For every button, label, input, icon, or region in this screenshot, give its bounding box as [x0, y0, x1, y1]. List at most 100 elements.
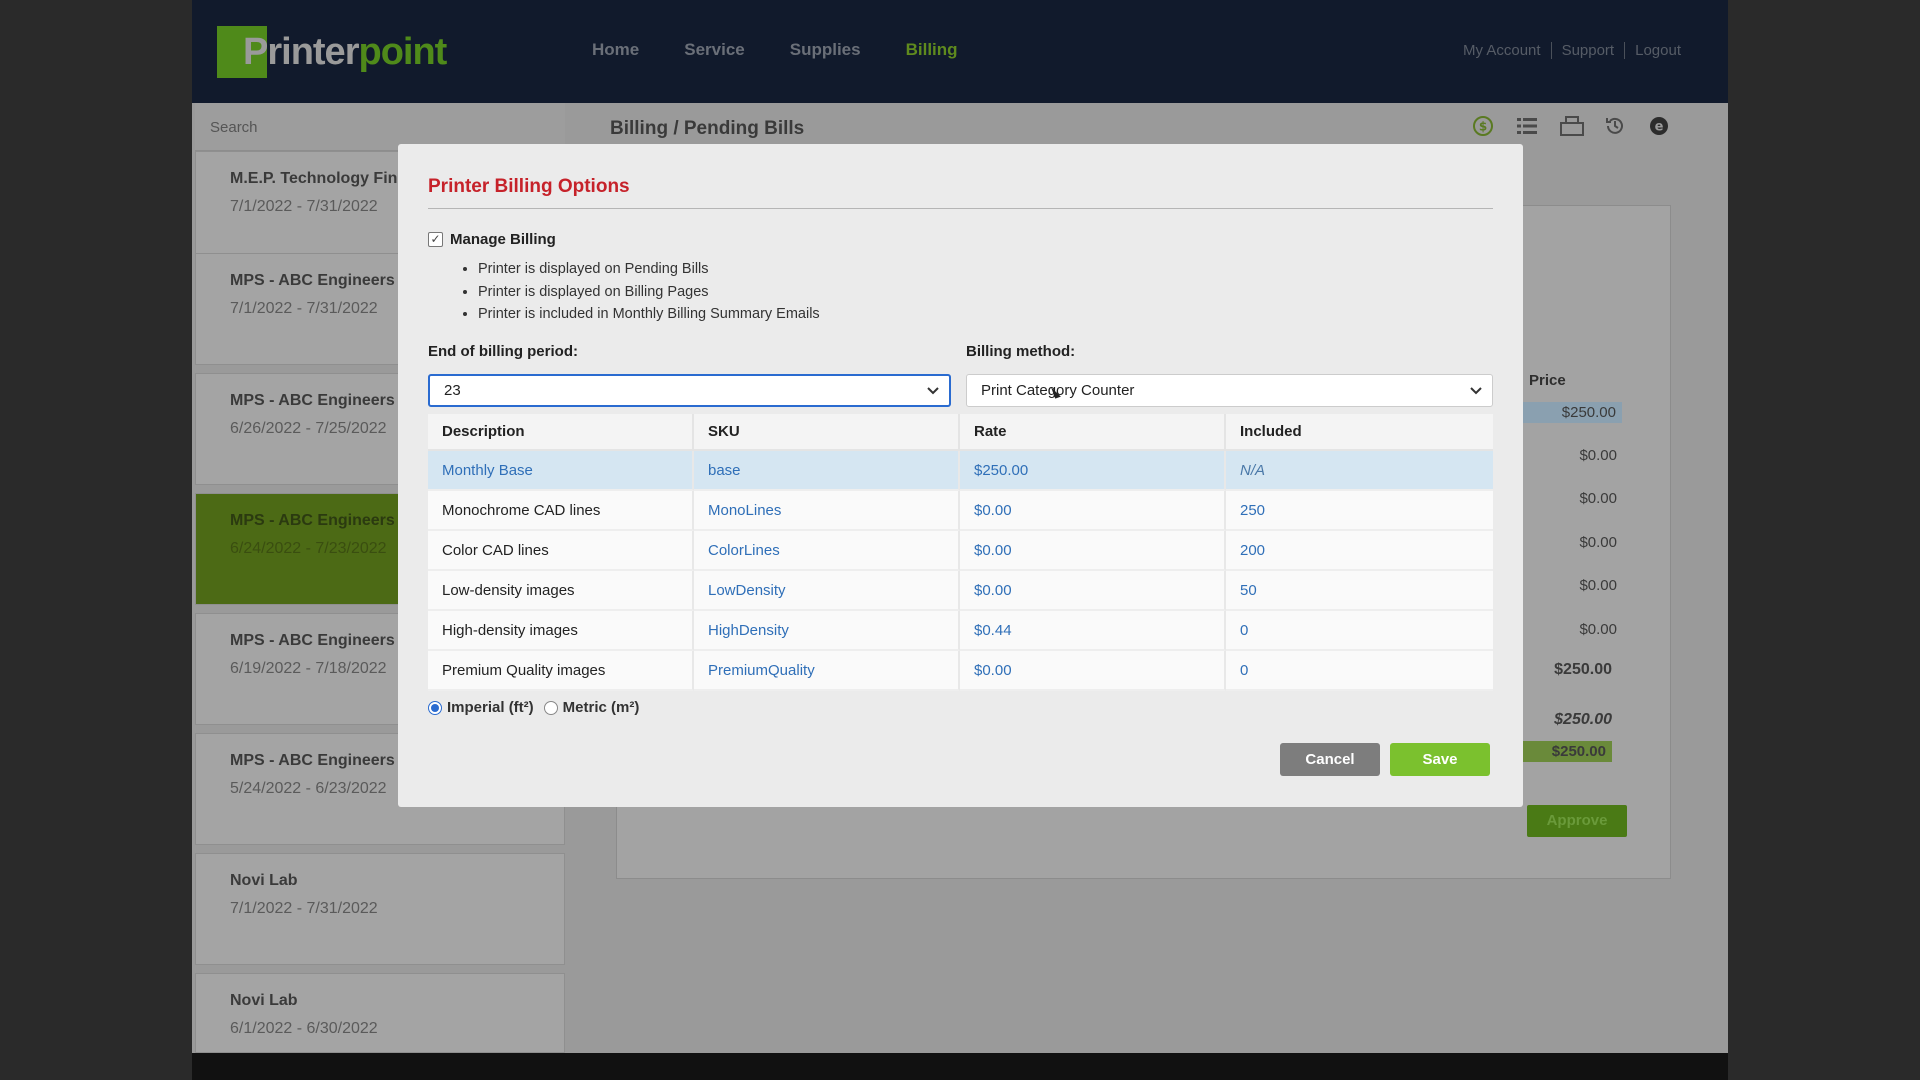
- end-period-value: 23: [444, 382, 461, 399]
- sku-cell: ColorLines: [694, 531, 960, 571]
- page-title: Billing / Pending Bills: [610, 118, 805, 139]
- price-cell: $0.00: [1579, 447, 1617, 464]
- info-bullet: Printer is displayed on Billing Pages: [478, 281, 820, 304]
- rate-cell[interactable]: $0.44: [960, 611, 1226, 651]
- total-price: $250.00: [1554, 711, 1612, 728]
- included-cell[interactable]: 250: [1226, 491, 1493, 531]
- price-cell: $250.00: [1522, 402, 1622, 423]
- table-row[interactable]: High-density images HighDensity $0.44 0: [428, 611, 1493, 651]
- included-cell[interactable]: 0: [1226, 651, 1493, 691]
- grand-total-price: $250.00: [1512, 741, 1612, 762]
- metric-radio[interactable]: [543, 700, 558, 715]
- included-cell[interactable]: 50: [1226, 571, 1493, 611]
- nav-service[interactable]: Service: [684, 40, 745, 60]
- table-row[interactable]: Color CAD lines ColorLines $0.00 200: [428, 531, 1493, 571]
- info-bullet: Printer is displayed on Pending Bills: [478, 258, 820, 281]
- svg-text:$: $: [1479, 120, 1487, 134]
- end-period-label: End of billing period:: [428, 343, 578, 360]
- end-period-select[interactable]: 23: [428, 374, 951, 407]
- logo-text-printer: Printer: [243, 31, 359, 73]
- metric-label[interactable]: Metric (m²): [563, 699, 640, 716]
- description-cell: Low-density images: [428, 571, 694, 611]
- unit-selector: Imperial (ft²) Metric (m²): [428, 699, 639, 716]
- description-cell: Premium Quality images: [428, 651, 694, 691]
- logout-link[interactable]: Logout: [1624, 42, 1691, 59]
- price-cell: $0.00: [1579, 621, 1617, 638]
- printer-icon[interactable]: [1560, 115, 1584, 137]
- nav-home[interactable]: Home: [592, 40, 639, 60]
- cancel-button[interactable]: Cancel: [1280, 743, 1380, 776]
- sku-cell: HighDensity: [694, 611, 960, 651]
- title-divider: [428, 208, 1493, 209]
- column-header-sku: SKU: [694, 414, 960, 451]
- table-row[interactable]: Monthly Base base $250.00 N/A: [428, 451, 1493, 491]
- dollar-icon[interactable]: $: [1472, 115, 1494, 137]
- billing-rates-table: Description SKU Rate Included Monthly Ba…: [428, 414, 1493, 691]
- description-cell: Color CAD lines: [428, 531, 694, 571]
- bill-dates: 7/1/2022 - 7/31/2022: [230, 900, 378, 917]
- imperial-radio[interactable]: [428, 700, 442, 715]
- billing-method-select[interactable]: Print Category Counter: [966, 374, 1493, 407]
- imperial-label[interactable]: Imperial (ft²): [447, 699, 534, 716]
- bill-name: Novi Lab: [230, 992, 298, 1009]
- column-header-rate: Rate: [960, 414, 1226, 451]
- account-links: My Account Support Logout: [1453, 42, 1691, 59]
- subtotal-price: $250.00: [1554, 661, 1612, 678]
- price-cell: $0.00: [1579, 534, 1617, 551]
- svg-text:e: e: [1655, 120, 1664, 135]
- brand-logo[interactable]: Printerpoint: [217, 26, 447, 78]
- price-column-header: Price: [1529, 372, 1566, 389]
- table-row[interactable]: Premium Quality images PremiumQuality $0…: [428, 651, 1493, 691]
- nav-supplies[interactable]: Supplies: [790, 40, 861, 60]
- rate-cell[interactable]: $0.00: [960, 651, 1226, 691]
- description-cell: Monochrome CAD lines: [428, 491, 694, 531]
- table-header-row: Description SKU Rate Included: [428, 414, 1493, 451]
- column-header-included: Included: [1226, 414, 1493, 451]
- bill-list-item[interactable]: Novi Lab 6/1/2022 - 6/30/2022: [195, 973, 565, 1053]
- logo-text-point: point: [358, 31, 447, 73]
- table-row[interactable]: Monochrome CAD lines MonoLines $0.00 250: [428, 491, 1493, 531]
- page-toolbar: $ e: [1472, 115, 1670, 137]
- list-icon[interactable]: [1516, 115, 1538, 137]
- description-cell: Monthly Base: [428, 451, 694, 491]
- rate-cell[interactable]: $250.00: [960, 451, 1226, 491]
- included-cell: N/A: [1226, 451, 1493, 491]
- top-navbar: Printerpoint Home Service Supplies Billi…: [192, 0, 1728, 103]
- manage-billing-label[interactable]: Manage Billing: [450, 231, 556, 248]
- column-header-description: Description: [428, 414, 694, 451]
- bill-name: Novi Lab: [230, 872, 298, 889]
- rate-cell[interactable]: $0.00: [960, 491, 1226, 531]
- bill-list-item[interactable]: Novi Lab 7/1/2022 - 7/31/2022: [195, 853, 565, 965]
- e-icon[interactable]: e: [1648, 115, 1670, 137]
- chevron-down-icon: [927, 376, 939, 415]
- main-nav: Home Service Supplies Billing: [592, 40, 958, 60]
- rate-cell[interactable]: $0.00: [960, 531, 1226, 571]
- sku-cell: PremiumQuality: [694, 651, 960, 691]
- my-account-link[interactable]: My Account: [1453, 42, 1551, 59]
- printer-billing-options-dialog: Printer Billing Options ✓ Manage Billing…: [398, 144, 1523, 807]
- price-cell: $0.00: [1579, 490, 1617, 507]
- description-cell: High-density images: [428, 611, 694, 651]
- save-button[interactable]: Save: [1390, 743, 1490, 776]
- manage-billing-row: ✓ Manage Billing: [428, 231, 556, 248]
- dialog-title: Printer Billing Options: [428, 176, 630, 197]
- info-bullet: Printer is included in Monthly Billing S…: [478, 303, 820, 326]
- included-cell[interactable]: 200: [1226, 531, 1493, 571]
- manage-billing-checkbox[interactable]: ✓: [428, 232, 443, 247]
- manage-billing-info-list: Printer is displayed on Pending Bills Pr…: [478, 258, 820, 326]
- support-link[interactable]: Support: [1550, 42, 1625, 59]
- sku-cell: MonoLines: [694, 491, 960, 531]
- table-row[interactable]: Low-density images LowDensity $0.00 50: [428, 571, 1493, 611]
- chevron-down-icon: [1470, 375, 1482, 417]
- history-icon[interactable]: [1604, 115, 1626, 137]
- sku-cell: LowDensity: [694, 571, 960, 611]
- included-cell[interactable]: 0: [1226, 611, 1493, 651]
- rate-cell[interactable]: $0.00: [960, 571, 1226, 611]
- page-footer: [192, 1053, 1728, 1080]
- bill-dates: 6/1/2022 - 6/30/2022: [230, 1020, 378, 1037]
- billing-method-label: Billing method:: [966, 343, 1076, 360]
- approve-button[interactable]: Approve: [1527, 805, 1627, 837]
- nav-billing[interactable]: Billing: [906, 40, 958, 60]
- sku-cell: base: [694, 451, 960, 491]
- price-cell: $0.00: [1579, 577, 1617, 594]
